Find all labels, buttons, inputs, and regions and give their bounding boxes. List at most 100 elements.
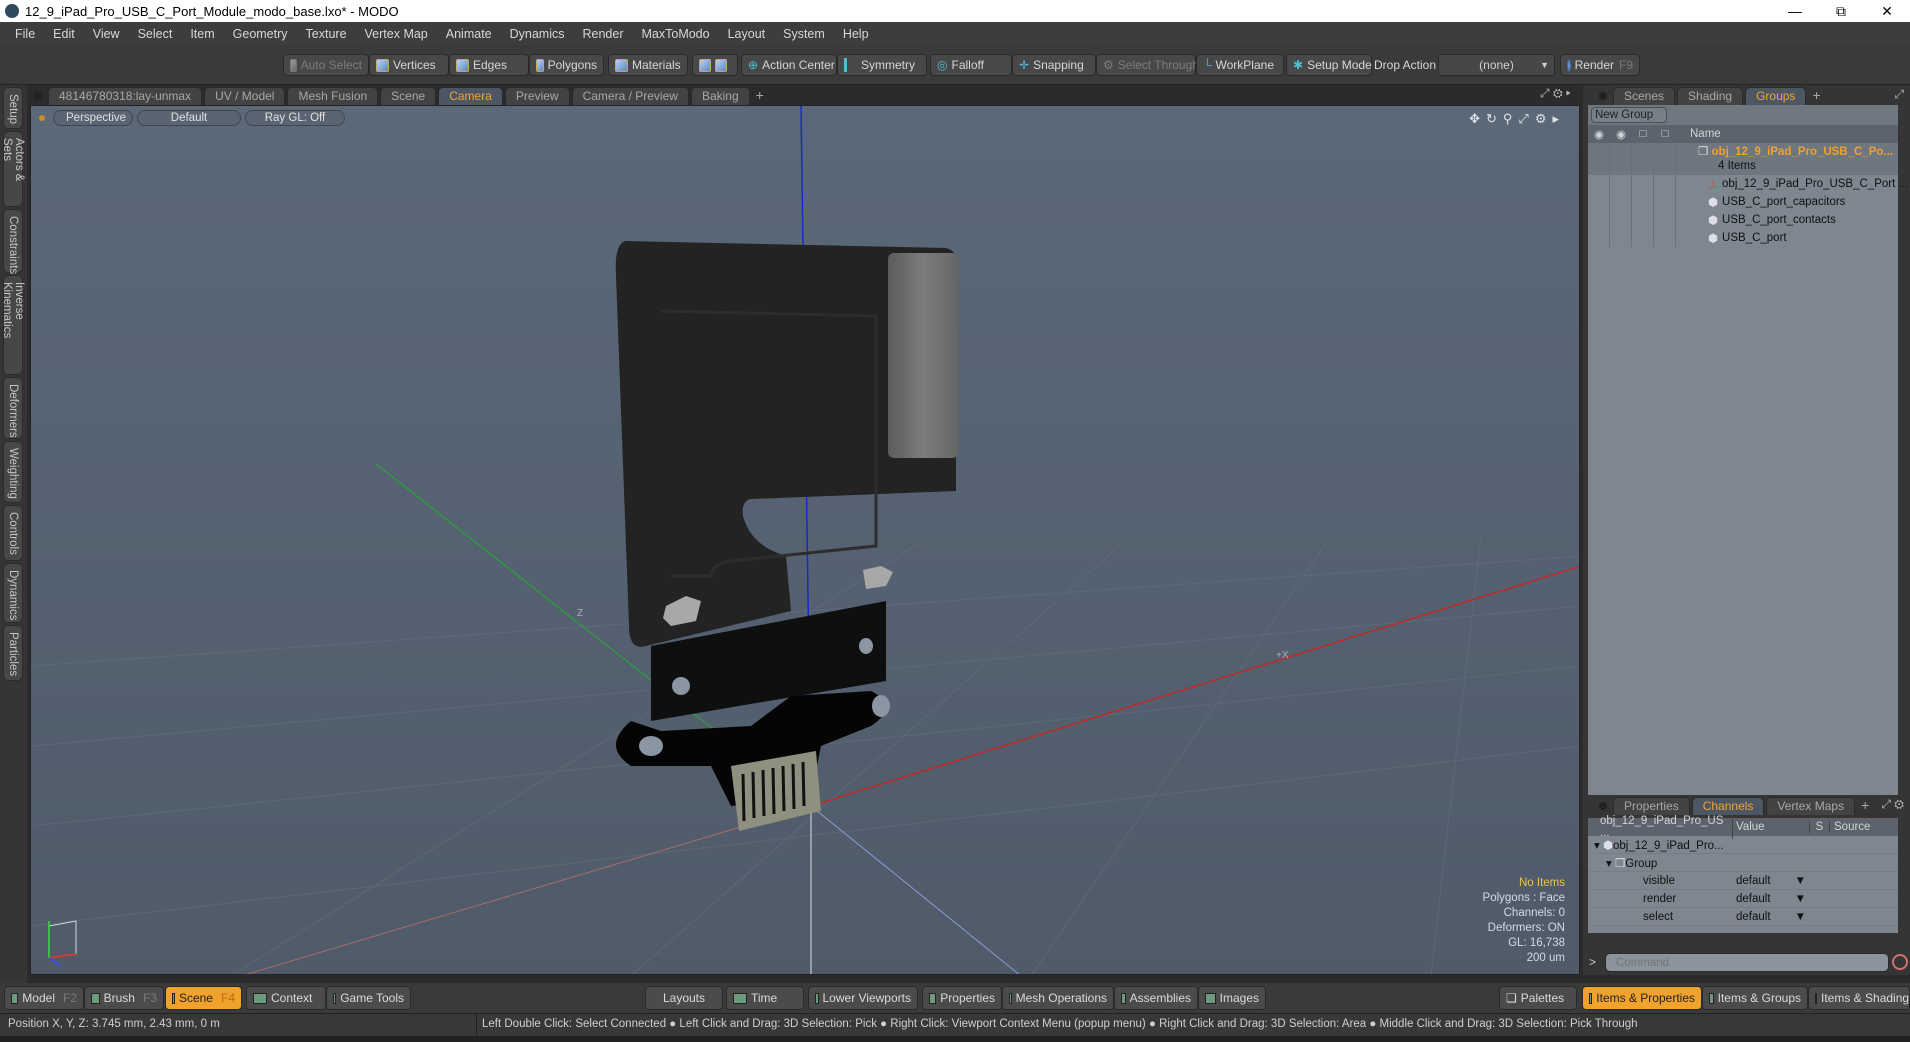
add-tab-icon[interactable]: + <box>756 87 764 103</box>
vertices-button[interactable]: Vertices <box>369 54 449 76</box>
select-through-button[interactable]: ⚙ Select Through <box>1096 54 1199 76</box>
viewport-arrow-icon[interactable]: ▸ <box>1552 111 1559 127</box>
tab-dynamics[interactable]: Dynamics <box>3 563 23 623</box>
panel-menu-dot-icon[interactable] <box>1599 92 1607 100</box>
tab-preview[interactable]: Preview <box>504 87 570 105</box>
tab-properties[interactable]: Properties <box>1613 797 1690 815</box>
tab-actors-sets[interactable]: Actors & Sets <box>1 131 25 207</box>
panel-maximize-icon[interactable]: ⤢ <box>1894 87 1904 102</box>
tab-channels[interactable]: Channels <box>1691 797 1765 815</box>
minimize-button[interactable]: — <box>1772 0 1818 22</box>
tab-deformers[interactable]: Deformers <box>3 377 23 439</box>
tab-vertex-maps[interactable]: Vertex Maps <box>1766 797 1856 815</box>
channel-value-select[interactable]: default ▼ <box>1733 911 1810 923</box>
render-button[interactable]: Render F9 <box>1560 54 1640 76</box>
menu-view[interactable]: View <box>84 27 129 41</box>
arrow-right-icon[interactable]: ▸ <box>1566 86 1571 100</box>
zoom-icon[interactable]: ⚲ <box>1503 111 1513 127</box>
menu-render[interactable]: Render <box>574 27 633 41</box>
channel-row[interactable]: visible default ▼ <box>1588 872 1898 890</box>
add-panel-tab-icon[interactable]: + <box>1812 87 1820 103</box>
lock-column-icon[interactable]: □ <box>1632 128 1654 140</box>
workplane-button[interactable]: └ WorkPlane <box>1196 54 1284 76</box>
materials-button[interactable]: Materials <box>608 54 688 76</box>
menu-animate[interactable]: Animate <box>437 27 501 41</box>
menu-edit[interactable]: Edit <box>44 27 84 41</box>
channel-value-select[interactable]: default ▼ <box>1733 875 1810 887</box>
add-lower-tab-icon[interactable]: + <box>1861 797 1869 813</box>
channel-group-row[interactable]: ▾ ❒Group <box>1588 854 1898 872</box>
menu-file[interactable]: File <box>6 27 44 41</box>
maximize-icon[interactable]: ⤢ <box>1540 86 1550 100</box>
restore-button[interactable]: ⧉ <box>1818 0 1864 22</box>
falloff-button[interactable]: ◎ Falloff <box>930 54 1012 76</box>
tab-menu-dot-icon[interactable] <box>34 92 42 100</box>
mesh-operations-button[interactable]: Mesh Operations <box>1002 986 1114 1010</box>
drop-action-select[interactable]: (none) ▼ <box>1438 54 1555 76</box>
polygons-button[interactable]: Polygons <box>529 54 604 76</box>
gear-icon[interactable]: ⚙ <box>1553 86 1563 100</box>
items-groups-button[interactable]: Items & Groups <box>1702 986 1808 1010</box>
new-group-button[interactable]: New Group <box>1591 107 1667 123</box>
assemblies-button[interactable]: Assemblies <box>1114 986 1198 1010</box>
group-root-row[interactable]: ❒ obj_12_9_iPad_Pro_USB_C_Po... 4 Items <box>1588 143 1898 175</box>
menu-texture[interactable]: Texture <box>297 27 356 41</box>
properties-button[interactable]: Properties <box>922 986 1002 1010</box>
tab-inverse-kinematics[interactable]: Inverse Kinematics <box>1 275 25 375</box>
lower-viewports-button[interactable]: Lower Viewports <box>808 986 918 1010</box>
layout-game-tools-button[interactable]: Game Tools <box>326 986 411 1010</box>
symmetry-mode-buttons[interactable] <box>692 54 738 76</box>
group-item-row[interactable]: ⊥ obj_12_9_iPad_Pro_USB_C_Port ... <box>1588 175 1908 193</box>
render-column-icon[interactable]: ◉ <box>1610 127 1632 141</box>
lower-maximize-icon[interactable]: ⤢ <box>1881 797 1891 811</box>
tab-uv-model[interactable]: UV / Model <box>204 87 286 105</box>
visibility-column-icon[interactable]: ◉ <box>1588 127 1610 141</box>
group-item-row[interactable]: ⬢ USB_C_port_contacts <box>1588 211 1898 229</box>
tab-controls[interactable]: Controls <box>3 505 23 561</box>
view-type-button[interactable]: Perspective <box>53 110 133 126</box>
group-item-row[interactable]: ⬢ USB_C_port <box>1588 229 1898 247</box>
palettes-button[interactable]: ❏ Palettes <box>1499 986 1577 1010</box>
tab-groups[interactable]: Groups <box>1745 87 1807 105</box>
lower-gear-icon[interactable]: ⚙ <box>1894 797 1904 811</box>
setup-mode-button[interactable]: ✱ Setup Mode <box>1286 54 1372 76</box>
viewport-gear-icon[interactable]: ⚙ <box>1535 111 1547 127</box>
tab-scenes[interactable]: Scenes <box>1613 87 1676 105</box>
snapping-button[interactable]: ✛ Snapping <box>1012 54 1096 76</box>
close-button[interactable]: ✕ <box>1864 0 1910 22</box>
tab-scene[interactable]: Scene <box>380 87 437 105</box>
3d-viewport[interactable]: +X Z Perspective Default Ray GL: Off ✥ ↻… <box>30 105 1580 975</box>
raygl-button[interactable]: Ray GL: Off <box>245 110 345 126</box>
pan-icon[interactable]: ✥ <box>1469 111 1480 127</box>
time-button[interactable]: Time <box>726 986 804 1010</box>
tab-mesh-fusion[interactable]: Mesh Fusion <box>287 87 379 105</box>
layout-context-button[interactable]: Context <box>246 986 326 1010</box>
items-properties-button[interactable]: Items & Properties <box>1582 986 1702 1010</box>
menu-select[interactable]: Select <box>129 27 182 41</box>
auto-select-button[interactable]: Auto Select <box>283 54 369 76</box>
shading-mode-button[interactable]: Default <box>137 110 241 126</box>
select-column-icon[interactable]: □ <box>1654 128 1676 140</box>
channel-row[interactable]: render default ▼ <box>1588 890 1898 908</box>
layouts-button[interactable]: Layouts <box>645 986 723 1010</box>
images-button[interactable]: Images <box>1198 986 1266 1010</box>
tab-camera-preview[interactable]: Camera / Preview <box>571 87 689 105</box>
menu-layout[interactable]: Layout <box>719 27 775 41</box>
layout-model-button[interactable]: Model F2 <box>4 986 84 1010</box>
lower-panel-menu-dot-icon[interactable] <box>1599 802 1607 810</box>
edges-button[interactable]: Edges <box>449 54 529 76</box>
tab-shading[interactable]: Shading <box>1677 87 1744 105</box>
command-input[interactable] <box>1605 953 1889 972</box>
channel-value-select[interactable]: default ▼ <box>1733 893 1810 905</box>
maximize-viewport-icon[interactable]: ⤢ <box>1518 111 1528 127</box>
tab-weighting[interactable]: Weighting <box>3 441 23 503</box>
tab-setup[interactable]: Setup <box>3 87 23 129</box>
channel-tree-root[interactable]: ▾ ⬢obj_12_9_iPad_Pro... <box>1588 836 1898 854</box>
tab-layout-unmax[interactable]: 48146780318:lay-unmax <box>48 87 203 105</box>
group-item-row[interactable]: ⬢ USB_C_port_capacitors <box>1588 193 1898 211</box>
menu-dynamics[interactable]: Dynamics <box>501 27 574 41</box>
menu-geometry[interactable]: Geometry <box>224 27 297 41</box>
tab-camera[interactable]: Camera <box>438 87 503 105</box>
record-icon[interactable] <box>1892 954 1908 970</box>
layout-scene-button[interactable]: Scene F4 <box>165 986 242 1010</box>
